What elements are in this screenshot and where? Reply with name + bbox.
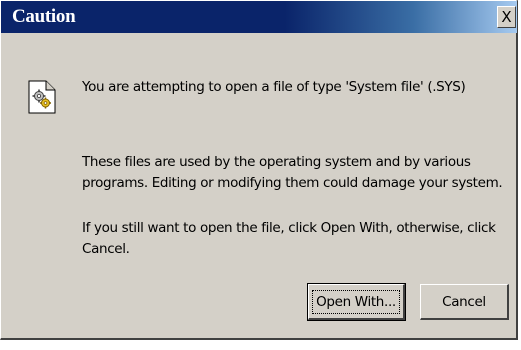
message-warning-line-1: These files are used by the operating sy… xyxy=(82,154,471,170)
message-instructions-line-2: Cancel. xyxy=(82,241,130,257)
message-warning-line-2: programs. Editing or modifying them coul… xyxy=(82,175,503,191)
message-warning: These files are used by the operating sy… xyxy=(82,152,503,194)
close-button[interactable]: X xyxy=(497,6,516,28)
window-title: Caution xyxy=(12,6,76,27)
title-bar[interactable]: Caution X xyxy=(1,1,517,33)
caution-dialog: Caution X You are attempting to open a f… xyxy=(0,0,518,340)
open-with-label: Open With... xyxy=(312,289,400,314)
close-icon: X xyxy=(501,7,512,26)
system-file-icon xyxy=(28,80,56,114)
message-instructions-line-1: If you still want to open the file, clic… xyxy=(82,220,496,236)
message-instructions: If you still want to open the file, clic… xyxy=(82,218,496,260)
message-file-type: You are attempting to open a file of typ… xyxy=(82,79,466,95)
cancel-label: Cancel xyxy=(442,293,486,310)
cancel-button[interactable]: Cancel xyxy=(420,284,509,320)
open-with-button[interactable]: Open With... xyxy=(307,283,406,321)
